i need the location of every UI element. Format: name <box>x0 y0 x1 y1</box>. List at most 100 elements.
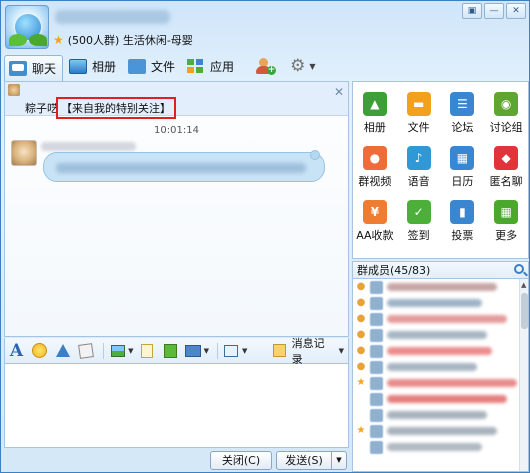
app-icon: ▦ <box>494 200 519 224</box>
app-item[interactable]: ✓ 签到 <box>397 200 441 254</box>
add-member-icon[interactable]: + <box>256 57 277 75</box>
close-window-button[interactable]: ✕ <box>506 3 526 19</box>
app-item[interactable]: ▦ 更多 <box>484 200 528 254</box>
list-item[interactable]: ● <box>353 295 528 311</box>
message-timestamp: 10:01:14 <box>154 125 199 136</box>
list-item[interactable] <box>353 407 528 423</box>
member-list[interactable]: ● ● ● ● ● ● ★ ★ ▲ <box>352 279 529 472</box>
tab-photo-album[interactable]: 相册 <box>65 55 122 78</box>
app-item[interactable]: ▲ 相册 <box>353 92 397 146</box>
chevron-down-icon[interactable]: ▼ <box>242 347 247 355</box>
avatar <box>370 280 383 294</box>
list-item[interactable]: ★ <box>353 423 528 439</box>
list-item[interactable]: ★ <box>353 375 528 391</box>
member-name-blurred <box>387 427 497 435</box>
shake-button[interactable] <box>53 341 72 361</box>
avatar <box>370 376 383 390</box>
close-button[interactable]: 关闭(C) <box>210 450 272 470</box>
list-item[interactable]: ● <box>353 279 528 295</box>
tab-apps[interactable]: 应用 <box>183 55 240 78</box>
remote-button[interactable] <box>222 341 241 361</box>
list-item[interactable]: ● <box>353 311 528 327</box>
app-label: 签到 <box>407 229 430 242</box>
close-icon[interactable]: ✕ <box>334 85 344 99</box>
chevron-down-icon[interactable]: ▼ <box>309 62 315 71</box>
app-item[interactable]: ▮ 投票 <box>441 200 485 254</box>
group-info: ★ (500人群) 生活休闲-母婴 <box>53 32 193 48</box>
avatar <box>370 440 383 454</box>
app-item[interactable]: ▦ 日历 <box>441 146 485 200</box>
message-area[interactable]: 粽子呓 【来自我的特别关注】 ✕ 10:01:14 <box>4 81 349 337</box>
app-label: 日历 <box>451 175 474 188</box>
app-item[interactable]: ▬ 文件 <box>397 92 441 146</box>
member-name-blurred <box>387 443 482 451</box>
app-icon: ▲ <box>362 92 387 116</box>
skin-button[interactable]: ▣ <box>462 3 482 19</box>
screenshot-button[interactable] <box>184 341 203 361</box>
title-bar: ★ (500人群) 生活休闲-母婴 ▣ — ✕ <box>1 1 529 53</box>
member-role-icon: ● <box>356 281 366 292</box>
app-label: 语音 <box>407 175 430 188</box>
app-item[interactable]: ● 群视频 <box>353 146 397 200</box>
send-options-button[interactable]: ▼ <box>331 450 347 470</box>
notice-sender: 粽子呓 <box>25 102 58 115</box>
member-name-blurred <box>387 347 492 355</box>
chevron-down-icon[interactable]: ▼ <box>204 347 209 355</box>
member-role-icon: ● <box>356 361 366 372</box>
doodle-button[interactable] <box>76 341 95 361</box>
member-name-blurred <box>387 299 482 307</box>
pen-icon <box>77 342 94 359</box>
list-item[interactable]: ● <box>353 359 528 375</box>
avatar <box>370 424 383 438</box>
tab-chat[interactable]: 聊天 <box>4 54 64 81</box>
right-panel: ▲ 相册 ▬ 文件 ☰ 论坛 ◉ 讨论组 ● 群视频 ♪ 语音 ▦ 日历 ◆ 匿名聊 ¥ AA收款 ✓ 签到 ▮ 投票 ▦ 更… <box>352 81 529 472</box>
scroll-thumb[interactable] <box>521 293 528 329</box>
list-item[interactable] <box>353 391 528 407</box>
search-icon[interactable] <box>514 264 524 274</box>
message-input[interactable] <box>4 364 349 448</box>
emoji-button[interactable] <box>30 341 49 361</box>
note-button[interactable] <box>138 341 157 361</box>
group-name-blurred <box>55 10 170 24</box>
app-item[interactable]: ♪ 语音 <box>397 146 441 200</box>
app-item[interactable]: ☰ 论坛 <box>441 92 485 146</box>
image-icon <box>110 344 125 357</box>
list-item[interactable]: ● <box>353 343 528 359</box>
list-item[interactable] <box>353 439 528 455</box>
star-icon: ★ <box>356 377 366 388</box>
list-item[interactable]: ● <box>353 327 528 343</box>
special-attention-notice: 粽子呓 【来自我的特别关注】 ✕ <box>5 82 348 119</box>
history-icon <box>273 344 286 357</box>
smile-icon <box>32 343 48 358</box>
member-role-icon: ● <box>356 345 366 356</box>
app-label: 相册 <box>363 121 386 134</box>
app-label: 论坛 <box>451 121 474 134</box>
members-header: 群成员(45/83) <box>352 261 529 279</box>
special-attention-label: 【来自我的特别关注】 <box>56 97 176 119</box>
app-item[interactable]: ◆ 匿名聊 <box>484 146 528 200</box>
app-item[interactable]: ¥ AA收款 <box>353 200 397 254</box>
message-bubble <box>43 150 325 182</box>
font-button[interactable]: A <box>7 341 26 361</box>
screenshot-icon <box>185 344 202 357</box>
group-avatar[interactable] <box>5 5 49 49</box>
member-role-icon: ● <box>356 297 366 308</box>
avatar[interactable] <box>11 140 37 166</box>
scrollbar[interactable]: ▲ <box>519 279 528 471</box>
chevron-down-icon[interactable]: ▼ <box>128 347 133 355</box>
app-icon: ▦ <box>450 146 475 170</box>
send-button[interactable]: 发送(S) <box>276 450 332 470</box>
message-history-button[interactable]: 消息记录 ▼ <box>273 335 348 367</box>
save-button[interactable] <box>161 341 180 361</box>
window-controls: ▣ — ✕ <box>462 3 526 19</box>
member-name-blurred <box>387 283 497 291</box>
chevron-up-icon[interactable]: ▲ <box>521 281 526 289</box>
gear-icon[interactable]: ⚙ <box>290 56 305 76</box>
minimize-button[interactable]: — <box>484 3 504 19</box>
send-image-button[interactable] <box>108 341 127 361</box>
tab-files[interactable]: 文件 <box>124 55 181 78</box>
chat-icon <box>9 60 27 76</box>
app-icon: ◆ <box>494 146 519 170</box>
photo-album-icon <box>69 58 88 74</box>
app-item[interactable]: ◉ 讨论组 <box>484 92 528 146</box>
